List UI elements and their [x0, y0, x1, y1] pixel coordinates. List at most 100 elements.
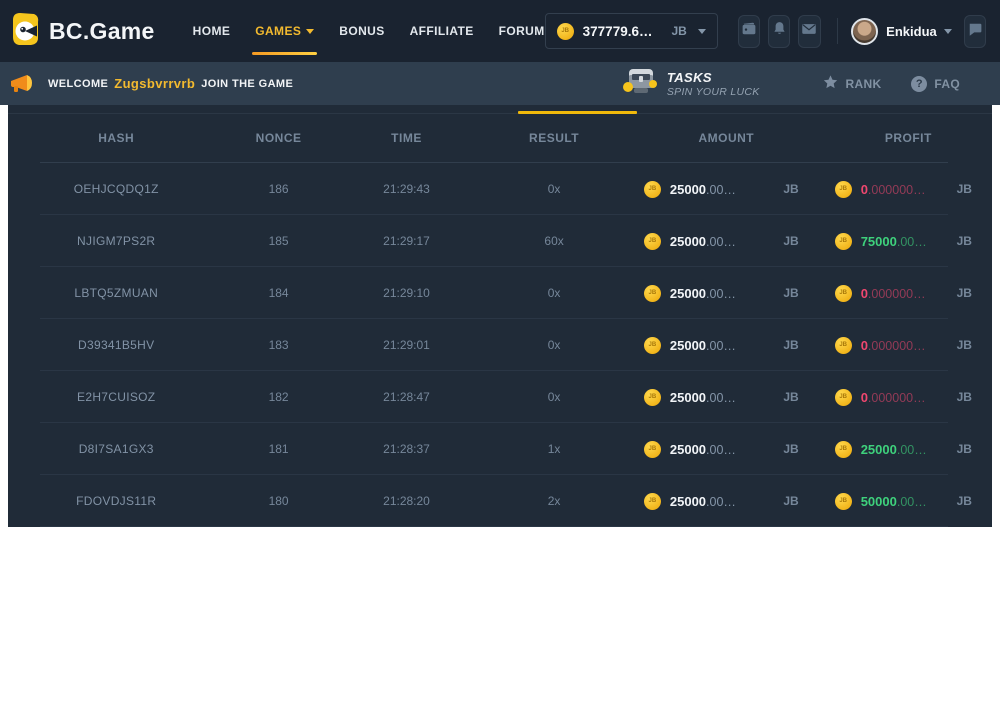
cell-profit: JB 0.000000… JB: [825, 285, 992, 302]
nav-item-games[interactable]: GAMES: [255, 0, 314, 62]
user-name: Enkidua: [886, 24, 937, 39]
cell-result: 0x: [480, 286, 628, 300]
jb-coin-icon: JB: [835, 493, 852, 510]
nav-item-bonus[interactable]: BONUS: [339, 0, 384, 62]
cell-hash: NJIGM7PS2R: [8, 234, 224, 248]
welcome-message: WELCOME Zugsbvrrvrb JOIN THE GAME: [48, 76, 293, 91]
currency-unit: JB: [783, 494, 798, 508]
header-divider: [837, 18, 838, 44]
jb-coin-icon: JB: [644, 285, 661, 302]
table-row[interactable]: FDOVDJS11R 180 21:28:20 2x JB 25000.00… …: [8, 475, 992, 527]
table-body: OEHJCQDQ1Z 186 21:29:43 0x JB 25000.00… …: [8, 163, 992, 527]
column-header-amount: AMOUNT: [628, 131, 825, 145]
nav-item-affiliate[interactable]: AFFILIATE: [410, 0, 474, 62]
cell-profit: JB 25000.00… JB: [825, 441, 992, 458]
main-nav: HOME GAMES BONUS AFFILIATE FORUM: [193, 0, 545, 62]
cell-result: 0x: [480, 338, 628, 352]
cell-hash: FDOVDJS11R: [8, 494, 224, 508]
rank-label: RANK: [846, 77, 882, 91]
currency-unit: JB: [783, 442, 798, 456]
question-icon: ?: [911, 76, 927, 92]
column-header-nonce: NONCE: [224, 131, 332, 145]
cell-amount: JB 25000.00… JB: [628, 181, 825, 198]
column-header-result: RESULT: [480, 131, 628, 145]
column-header-time: TIME: [333, 131, 481, 145]
table-row[interactable]: D8I7SA1GX3 181 21:28:37 1x JB 25000.00… …: [8, 423, 992, 475]
table-row[interactable]: D39341B5HV 183 21:29:01 0x JB 25000.00… …: [8, 319, 992, 371]
balance-currency: JB: [671, 24, 686, 38]
user-menu[interactable]: Enkidua: [851, 18, 952, 45]
jb-coin-icon: JB: [644, 337, 661, 354]
active-tab-indicator: [518, 111, 637, 114]
table-row[interactable]: OEHJCQDQ1Z 186 21:29:43 0x JB 25000.00… …: [8, 163, 992, 215]
cell-time: 21:29:01: [333, 338, 481, 352]
cell-profit: JB 0.000000… JB: [825, 389, 992, 406]
nav-item-forum[interactable]: FORUM: [499, 0, 545, 62]
cell-profit: JB 50000.00… JB: [825, 493, 992, 510]
chat-icon: [966, 20, 984, 43]
cell-nonce: 182: [224, 390, 332, 404]
notifications-button[interactable]: [768, 15, 790, 48]
welcome-prefix: WELCOME: [48, 78, 108, 90]
chevron-down-icon: [698, 29, 706, 34]
cell-time: 21:28:47: [333, 390, 481, 404]
cell-hash: OEHJCQDQ1Z: [8, 182, 224, 196]
chevron-down-icon: [306, 29, 314, 34]
cell-hash: E2H7CUISOZ: [8, 390, 224, 404]
currency-unit: JB: [957, 234, 972, 248]
faq-label: FAQ: [934, 77, 960, 91]
faq-link[interactable]: ? FAQ: [911, 76, 960, 92]
wallet-icon: [740, 20, 758, 43]
cell-amount: JB 25000.00… JB: [628, 285, 825, 302]
jb-coin-icon: JB: [644, 441, 661, 458]
page: BC.Game HOME GAMES BONUS AFFILIATE FORUM…: [0, 0, 1000, 706]
cell-nonce: 183: [224, 338, 332, 352]
cell-time: 21:28:20: [333, 494, 481, 508]
currency-unit: JB: [957, 286, 972, 300]
cell-nonce: 180: [224, 494, 332, 508]
rank-link[interactable]: RANK: [822, 74, 882, 93]
nav-item-label: AFFILIATE: [410, 24, 474, 38]
jb-coin-icon: JB: [835, 285, 852, 302]
column-header-profit: PROFIT: [825, 131, 992, 145]
balance-amount: 377779.6…: [583, 24, 653, 39]
table-row[interactable]: NJIGM7PS2R 185 21:29:17 60x JB 25000.00……: [8, 215, 992, 267]
brand-logo[interactable]: BC.Game: [10, 11, 155, 52]
jb-coin-icon: JB: [835, 441, 852, 458]
cell-time: 21:29:43: [333, 182, 481, 196]
cell-time: 21:29:10: [333, 286, 481, 300]
jb-coin-icon: JB: [557, 23, 574, 40]
nav-item-home[interactable]: HOME: [193, 0, 231, 62]
chat-button[interactable]: [964, 15, 986, 48]
cell-result: 1x: [480, 442, 628, 456]
messages-button[interactable]: [798, 15, 820, 48]
top-header: BC.Game HOME GAMES BONUS AFFILIATE FORUM…: [0, 0, 1000, 62]
balance-selector[interactable]: JB 377779.6… JB: [545, 13, 718, 49]
welcome-suffix: JOIN THE GAME: [201, 78, 293, 90]
currency-unit: JB: [957, 390, 972, 404]
banner-right: TASKS SPIN YOUR LUCK RANK ? FAQ: [622, 66, 992, 101]
tasks-title: TASKS: [667, 70, 760, 85]
cell-profit: JB 75000.00… JB: [825, 233, 992, 250]
table-row[interactable]: LBTQ5ZMUAN 184 21:29:10 0x JB 25000.00… …: [8, 267, 992, 319]
currency-unit: JB: [957, 182, 972, 196]
column-header-hash: HASH: [8, 131, 224, 145]
avatar: [851, 18, 878, 45]
jb-coin-icon: JB: [644, 181, 661, 198]
nav-item-label: HOME: [193, 24, 231, 38]
table-row[interactable]: E2H7CUISOZ 182 21:28:47 0x JB 25000.00… …: [8, 371, 992, 423]
cell-amount: JB 25000.00… JB: [628, 441, 825, 458]
jb-coin-icon: JB: [835, 233, 852, 250]
cell-nonce: 186: [224, 182, 332, 196]
currency-unit: JB: [957, 442, 972, 456]
bell-icon: [771, 20, 788, 42]
tasks-link[interactable]: TASKS SPIN YOUR LUCK: [622, 66, 760, 101]
currency-unit: JB: [783, 182, 798, 196]
nav-item-label: FORUM: [499, 24, 545, 38]
megaphone-icon: [8, 68, 36, 99]
wallet-button[interactable]: [738, 15, 760, 48]
jb-coin-icon: JB: [835, 181, 852, 198]
cell-time: 21:28:37: [333, 442, 481, 456]
announcement-banner: WELCOME Zugsbvrrvrb JOIN THE GAME: [0, 62, 1000, 105]
cell-result: 0x: [480, 390, 628, 404]
